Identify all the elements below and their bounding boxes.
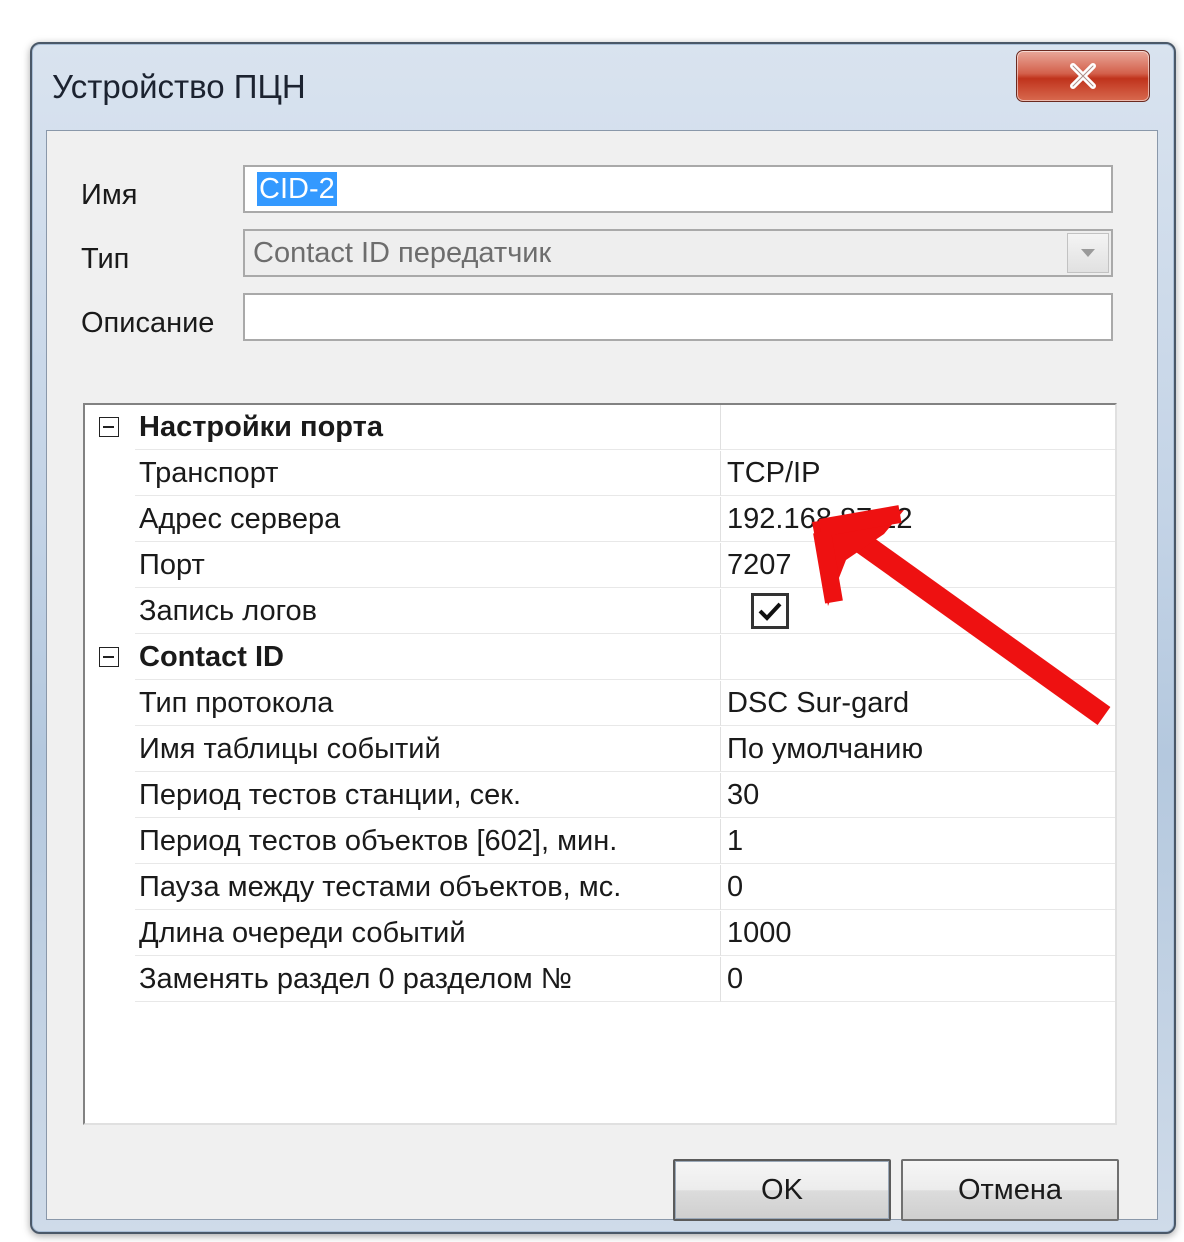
ok-button[interactable]: OK bbox=[673, 1159, 891, 1221]
dialog-window: Устройство ПЦН Имя CID-2 Тип Contact ID … bbox=[30, 42, 1176, 1234]
property-row-station-test-period[interactable]: Период тестов станции, сек. 30 bbox=[85, 773, 1115, 819]
type-dropdown-button[interactable] bbox=[1067, 233, 1109, 273]
property-grid: Настройки порта Транспорт TCP/IP Адрес с… bbox=[83, 403, 1117, 1125]
row-gutter bbox=[85, 911, 135, 957]
close-button[interactable] bbox=[1016, 50, 1150, 102]
property-name: Период тестов объектов [602], мин. bbox=[135, 819, 721, 864]
property-value[interactable]: 0 bbox=[721, 957, 1115, 1002]
name-value: CID-2 bbox=[257, 172, 337, 206]
cancel-button[interactable]: Отмена bbox=[901, 1159, 1119, 1221]
property-value[interactable]: По умолчанию bbox=[721, 727, 1115, 772]
property-name: Заменять раздел 0 разделом № bbox=[135, 957, 721, 1002]
type-value: Contact ID передатчик bbox=[253, 237, 552, 269]
row-gutter bbox=[85, 451, 135, 497]
window-title: Устройство ПЦН bbox=[52, 68, 306, 105]
property-name: Запись логов bbox=[135, 589, 721, 634]
property-value[interactable]: 1000 bbox=[721, 911, 1115, 956]
property-name: Адрес сервера bbox=[135, 497, 721, 542]
property-value[interactable]: TCP/IP bbox=[721, 451, 1115, 496]
type-select[interactable]: Contact ID передатчик bbox=[243, 229, 1113, 277]
row-gutter bbox=[85, 681, 135, 727]
property-value[interactable]: DSC Sur-gard bbox=[721, 681, 1115, 726]
logging-checkbox[interactable] bbox=[751, 593, 789, 629]
property-row-queue-length[interactable]: Длина очереди событий 1000 bbox=[85, 911, 1115, 957]
description-label: Описание bbox=[81, 307, 215, 339]
type-label: Тип bbox=[81, 243, 130, 275]
property-value[interactable]: 0 bbox=[721, 865, 1115, 910]
row-gutter bbox=[85, 497, 135, 543]
row-gutter bbox=[85, 865, 135, 911]
property-value bbox=[721, 589, 1115, 634]
property-value[interactable]: 1 bbox=[721, 819, 1115, 864]
property-row-logging[interactable]: Запись логов bbox=[85, 589, 1115, 635]
row-gutter bbox=[85, 405, 135, 451]
property-row-event-table[interactable]: Имя таблицы событий По умолчанию bbox=[85, 727, 1115, 773]
property-row-port[interactable]: Порт 7207 bbox=[85, 543, 1115, 589]
property-row-replace-partition[interactable]: Заменять раздел 0 разделом № 0 bbox=[85, 957, 1115, 1003]
property-row-server-address[interactable]: Адрес сервера 192.168.87.22 bbox=[85, 497, 1115, 543]
category-port-settings[interactable]: Настройки порта bbox=[85, 405, 1115, 451]
category-label: Contact ID bbox=[135, 635, 721, 680]
property-name: Тип протокола bbox=[135, 681, 721, 726]
row-gutter bbox=[85, 543, 135, 589]
dialog-client-area: Имя CID-2 Тип Contact ID передатчик Опис… bbox=[46, 130, 1158, 1221]
row-gutter bbox=[85, 819, 135, 865]
property-name: Длина очереди событий bbox=[135, 911, 721, 956]
property-name: Транспорт bbox=[135, 451, 721, 496]
name-label: Имя bbox=[81, 179, 138, 211]
property-row-transport[interactable]: Транспорт TCP/IP bbox=[85, 451, 1115, 497]
property-row-protocol-type[interactable]: Тип протокола DSC Sur-gard bbox=[85, 681, 1115, 727]
category-contact-id[interactable]: Contact ID bbox=[85, 635, 1115, 681]
property-value[interactable]: 30 bbox=[721, 773, 1115, 818]
name-field[interactable]: CID-2 bbox=[243, 165, 1113, 213]
description-field[interactable] bbox=[243, 293, 1113, 341]
category-value bbox=[721, 405, 1115, 450]
checkmark-icon bbox=[758, 602, 782, 621]
property-row-test-pause[interactable]: Пауза между тестами объектов, мс. 0 bbox=[85, 865, 1115, 911]
category-label: Настройки порта bbox=[135, 405, 721, 450]
close-icon bbox=[1070, 63, 1096, 89]
property-value[interactable]: 192.168.87.22 bbox=[721, 497, 1115, 542]
row-gutter bbox=[85, 635, 135, 681]
row-gutter bbox=[85, 589, 135, 635]
property-row-object-test-period[interactable]: Период тестов объектов [602], мин. 1 bbox=[85, 819, 1115, 865]
row-gutter bbox=[85, 773, 135, 819]
property-name: Период тестов станции, сек. bbox=[135, 773, 721, 818]
row-gutter bbox=[85, 957, 135, 1003]
collapse-icon[interactable] bbox=[99, 647, 119, 667]
property-name: Пауза между тестами объектов, мс. bbox=[135, 865, 721, 910]
property-value[interactable]: 7207 bbox=[721, 543, 1115, 588]
property-name: Порт bbox=[135, 543, 721, 588]
category-value bbox=[721, 635, 1115, 680]
row-gutter bbox=[85, 727, 135, 773]
collapse-icon[interactable] bbox=[99, 417, 119, 437]
chevron-down-icon bbox=[1081, 249, 1095, 257]
property-name: Имя таблицы событий bbox=[135, 727, 721, 772]
